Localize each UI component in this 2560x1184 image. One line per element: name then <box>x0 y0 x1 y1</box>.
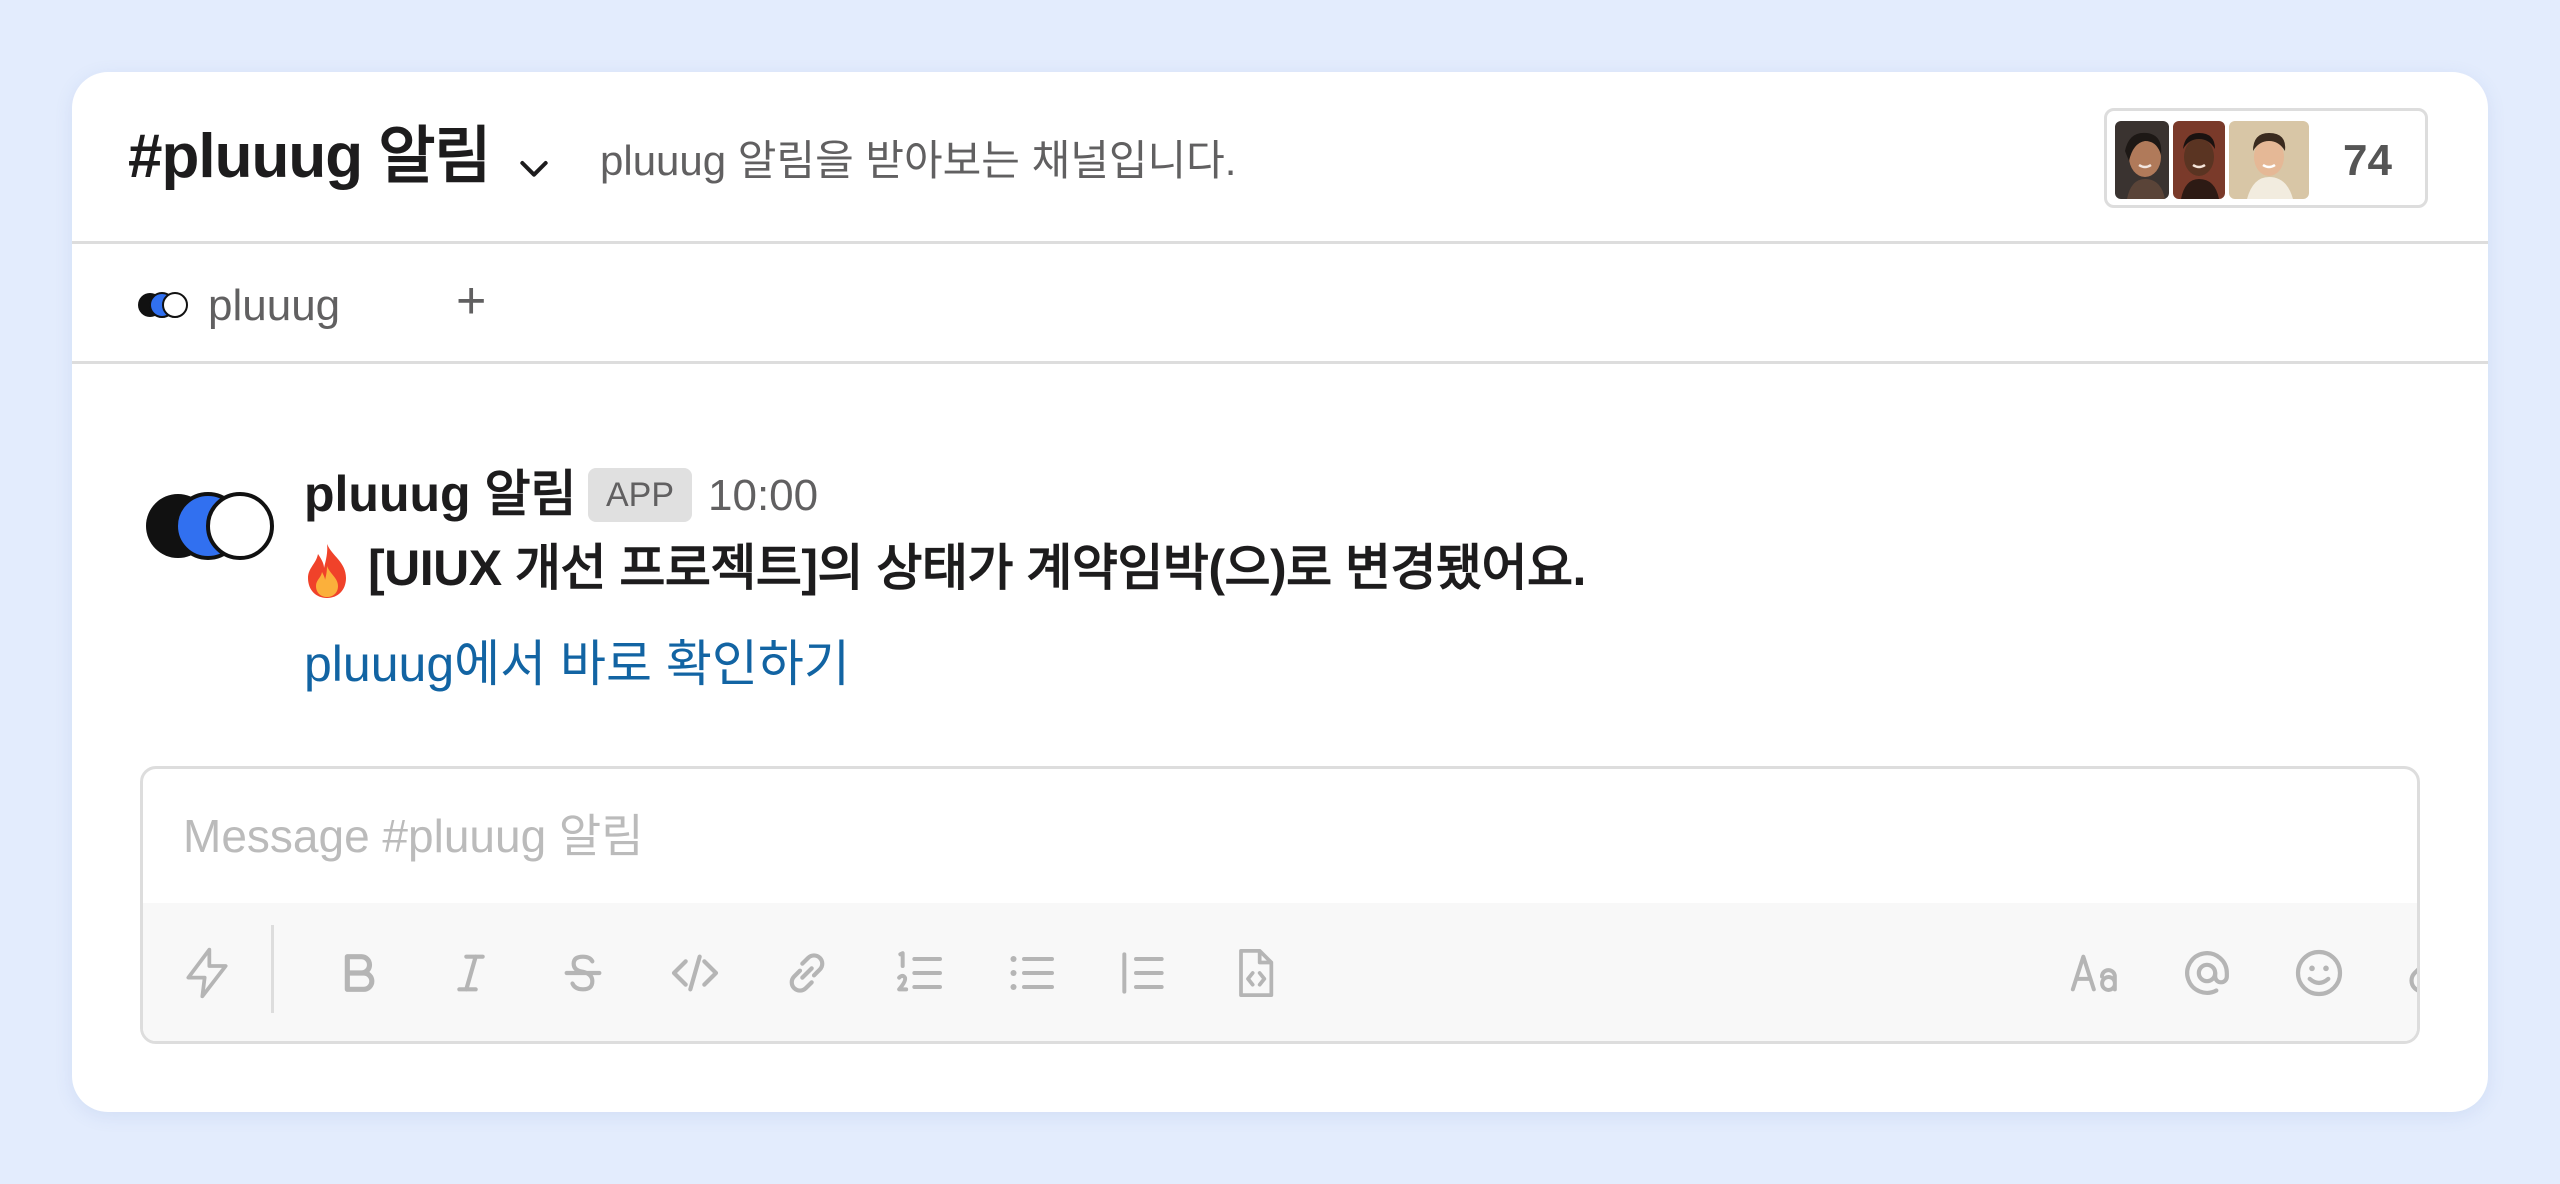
message-author[interactable]: pluuug 알림 <box>304 464 577 524</box>
add-tab-button[interactable]: + <box>456 270 486 332</box>
member-count: 74 <box>2343 136 2392 185</box>
pluuug-logo-icon <box>138 292 188 318</box>
channel-header: #pluuug 알림 pluuug 알림을 받아보는 채널입니다. 74 <box>72 72 2488 244</box>
strikethrough-icon[interactable] <box>553 943 613 1003</box>
message-input[interactable]: Message #pluuug 알림 <box>143 769 2417 903</box>
blockquote-icon[interactable] <box>1113 943 1173 1003</box>
ordered-list-icon[interactable] <box>889 943 949 1003</box>
link-icon[interactable] <box>777 943 837 1003</box>
open-in-pluuug-link[interactable]: pluuug에서 바로 확인하기 <box>304 634 850 694</box>
channel-title[interactable]: #pluuug 알림 <box>128 126 491 188</box>
pluuug-app-avatar-icon <box>146 492 274 560</box>
message-text: [UIUX 개선 프로젝트]의 상태가 계약임박(으)로 변경됐어요. <box>368 540 1586 596</box>
avatar <box>2115 121 2169 199</box>
avatar <box>2229 121 2309 199</box>
bulleted-list-icon[interactable] <box>1001 943 1061 1003</box>
fire-emoji-icon <box>308 544 346 598</box>
code-block-icon[interactable] <box>1225 943 1285 1003</box>
bold-icon[interactable] <box>329 943 389 1003</box>
toolbar-divider <box>271 925 274 1013</box>
shortcuts-icon[interactable] <box>177 943 237 1003</box>
channel-description: pluuug 알림을 받아보는 채널입니다. <box>600 137 1237 184</box>
channel-card: #pluuug 알림 pluuug 알림을 받아보는 채널입니다. 74 plu… <box>72 72 2488 1112</box>
message-composer: Message #pluuug 알림 <box>140 766 2420 1044</box>
formatting-icon[interactable] <box>2065 943 2125 1003</box>
tab-pluuug[interactable]: pluuug <box>208 280 340 333</box>
message-timestamp[interactable]: 10:00 <box>708 470 818 523</box>
app-badge: APP <box>588 468 692 522</box>
channel-tabs: pluuug + <box>72 244 2488 364</box>
italic-icon[interactable] <box>441 943 501 1003</box>
attachment-icon[interactable] <box>2401 943 2417 1003</box>
chevron-down-icon[interactable] <box>514 148 554 188</box>
composer-toolbar <box>143 903 2417 1041</box>
code-icon[interactable] <box>665 943 725 1003</box>
avatar <box>2173 121 2225 199</box>
mention-icon[interactable] <box>2177 943 2237 1003</box>
emoji-icon[interactable] <box>2289 943 2349 1003</box>
members-button[interactable]: 74 <box>2104 108 2428 208</box>
